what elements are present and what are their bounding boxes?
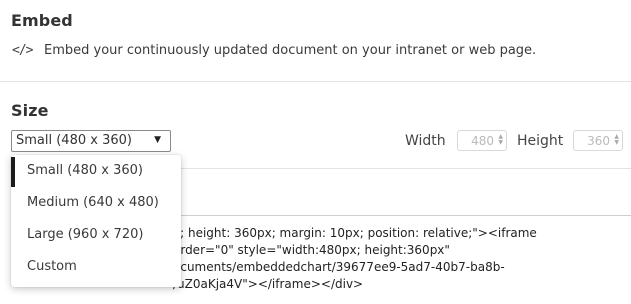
code-line: order="0" style="width:480px; height:360… — [173, 243, 450, 257]
width-value: 480 — [471, 134, 494, 148]
embed-description: Embed your continuously updated document… — [44, 43, 537, 58]
size-select[interactable]: Small (480 x 360) ▼ — [11, 130, 171, 152]
embed-section-title: Embed — [11, 11, 73, 30]
section-divider — [0, 81, 631, 82]
code-line: /uZ0aKja4V"></iframe></div> — [173, 277, 364, 291]
section-divider — [180, 168, 631, 169]
code-line: ocuments/embeddedchart/39677ee9-5ad7-40b… — [173, 260, 505, 274]
size-select-value: Small (480 x 360) — [16, 133, 132, 148]
size-option-small[interactable]: Small (480 x 360) — [11, 155, 181, 187]
size-option-large[interactable]: Large (960 x 720) — [11, 219, 181, 251]
embed-code-textarea[interactable]: x; height: 360px; margin: 10px; position… — [173, 225, 537, 293]
size-option-custom[interactable]: Custom — [11, 251, 181, 283]
width-input[interactable]: 480 ▲ ▼ — [457, 130, 507, 151]
spinner-icon[interactable]: ▲ ▼ — [498, 134, 503, 146]
caret-down-icon: ▼ — [154, 135, 161, 145]
height-label: Height — [517, 133, 564, 149]
code-line: x; height: 360px; margin: 10px; position… — [173, 226, 537, 240]
size-dropdown-menu: Small (480 x 360) Medium (640 x 480) Lar… — [11, 155, 181, 287]
size-section-title: Size — [11, 101, 49, 120]
code-box-top-border — [180, 215, 631, 216]
embed-description-row: </> Embed your continuously updated docu… — [12, 43, 536, 58]
height-value: 360 — [587, 134, 610, 148]
height-input[interactable]: 360 ▲ ▼ — [573, 130, 623, 151]
width-label: Width — [405, 133, 446, 149]
size-option-medium[interactable]: Medium (640 x 480) — [11, 187, 181, 219]
spinner-icon[interactable]: ▲ ▼ — [614, 134, 619, 146]
code-icon: </> — [12, 43, 33, 58]
